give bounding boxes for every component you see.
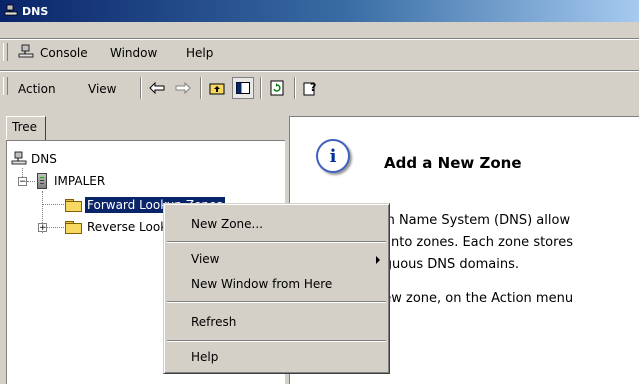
tree-node-dns[interactable]: DNS [11,151,59,167]
help-icon: ? [303,81,316,96]
tab-tree[interactable]: Tree [6,116,46,140]
server-icon [37,173,47,189]
menu-item-new-window[interactable]: New Window from Here [191,277,332,291]
tree-node-label: IMPALER [54,174,106,188]
collapse-toggle[interactable]: − [18,177,27,187]
title-bar: DNS [0,0,639,22]
menu-window[interactable]: Window [110,46,157,60]
details-heading: Add a New Zone [384,154,522,172]
forward-arrow-icon [175,82,191,94]
dns-icon [11,151,27,165]
context-menu: New Zone... View New Window from Here Re… [163,203,390,374]
details-text-line: ain Name System (DNS) allow [375,213,571,228]
up-one-level-button[interactable] [206,77,228,99]
menu-separator [167,301,386,303]
back-arrow-icon [149,82,165,94]
menu-item-refresh[interactable]: Refresh [191,315,236,329]
toolbar-separator [294,77,296,99]
submenu-arrow-icon [376,256,380,264]
tree-connector [42,204,64,205]
menu-help[interactable]: Help [186,46,213,60]
toolbar-separator [200,77,202,99]
toolbar: Action View ? [0,74,639,104]
details-text-line: tiguous DNS domains. [375,257,520,272]
folder-icon [65,199,82,212]
toolbar-separator [260,77,262,99]
tree-connector [27,181,35,182]
menu-item-help[interactable]: Help [191,350,218,364]
expand-toggle[interactable]: + [38,223,47,233]
tree-connector [47,227,64,228]
refresh-button[interactable] [266,77,288,99]
folder-icon [65,221,82,234]
menu-separator [167,340,386,342]
action-menu[interactable]: Action [18,82,56,96]
tree-node-server[interactable]: IMPALER [37,173,107,189]
info-icon: i [316,139,350,173]
details-text-line: new zone, on the Action menu [375,291,574,306]
back-button[interactable] [146,77,168,99]
details-text-line: p into zones. Each zone stores [375,235,573,250]
forward-button[interactable] [172,77,194,99]
menu-separator [167,241,386,243]
toolbar-grip[interactable] [3,77,8,95]
tree-toggle-icon [236,82,250,94]
menu-console[interactable]: Console [40,46,88,60]
menu-bar: Console Window Help [0,40,639,65]
help-button[interactable]: ? [300,77,322,99]
refresh-icon [270,80,284,96]
dns-app-icon [4,4,18,16]
toolbar-separator [140,77,142,99]
toolbar-top-divider [0,70,639,72]
show-hide-tree-button[interactable] [232,77,254,99]
up-folder-icon [209,83,225,95]
console-icon [18,44,34,58]
tree-node-label: DNS [31,152,57,166]
view-menu[interactable]: View [88,82,116,96]
svg-text:?: ? [310,81,316,94]
menu-item-view[interactable]: View [191,252,219,266]
window-title: DNS [22,4,49,18]
menu-item-new-zone[interactable]: New Zone... [191,217,263,231]
menubar-grip[interactable] [3,43,8,61]
